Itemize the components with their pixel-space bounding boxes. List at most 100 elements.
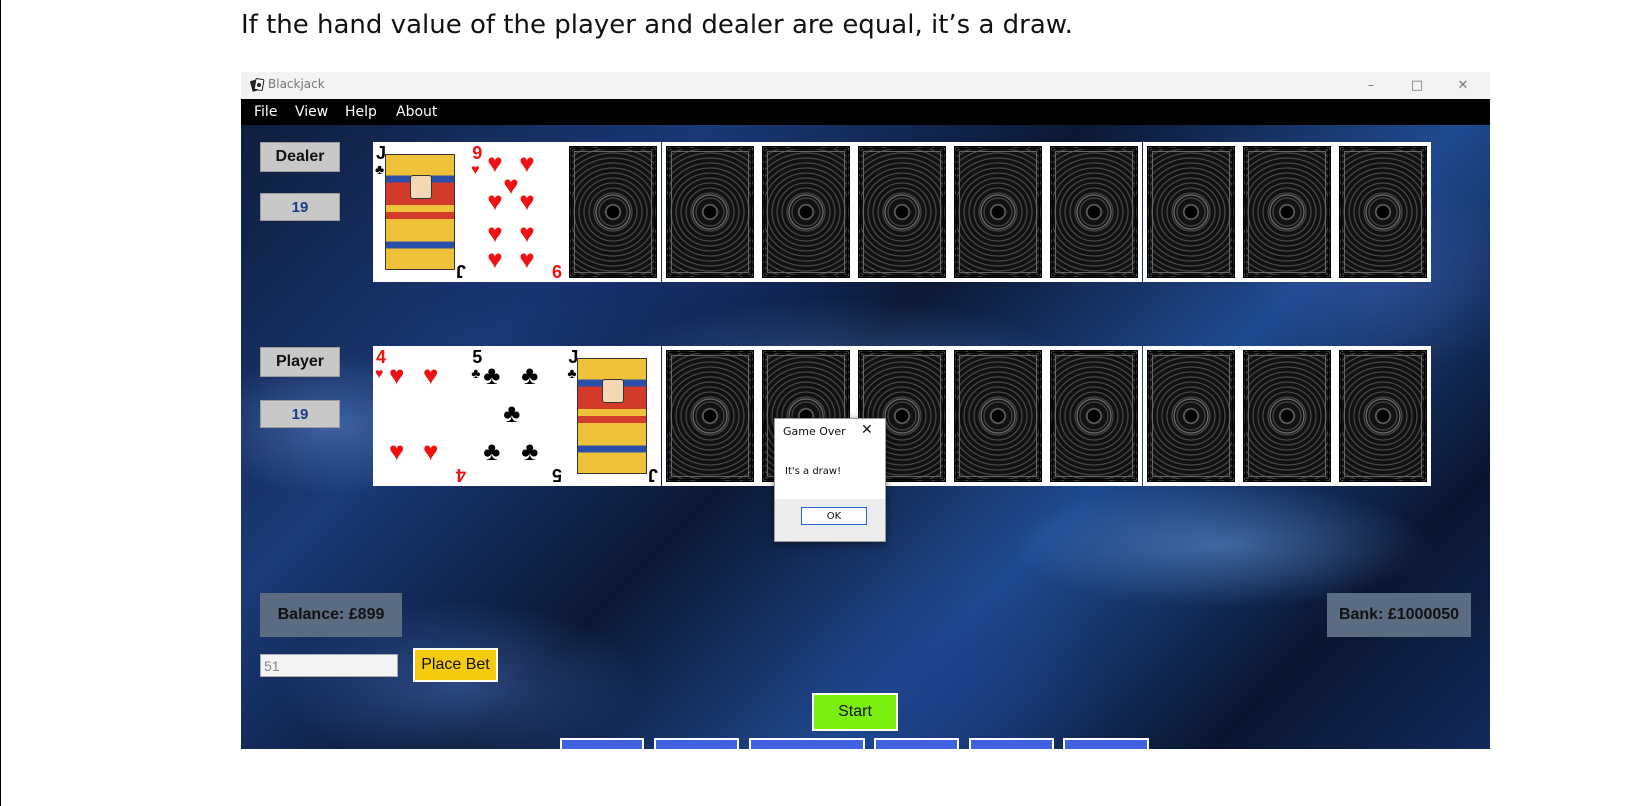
dealer-card-back: [1335, 142, 1431, 282]
card-suit-icon: ♣: [567, 365, 577, 381]
card-back-pattern: [665, 146, 754, 278]
player-card: J ♣ J: [565, 346, 662, 486]
menu-about[interactable]: About: [396, 104, 437, 120]
card-rank: 4: [455, 465, 466, 485]
suit-pip-icon: ♥: [487, 186, 503, 216]
suit-pip-icon: ♥: [487, 148, 503, 178]
dealer-card-back: [565, 142, 662, 282]
card-back-pattern: [761, 146, 850, 278]
suit-pip-icon: ♥: [389, 436, 405, 466]
card-suit-icon: ♣: [471, 365, 481, 381]
dealer-card: J ♣ J: [373, 142, 469, 282]
menu-help[interactable]: Help: [345, 104, 377, 120]
card-rank: 9: [552, 261, 563, 281]
card-back-pattern: [954, 350, 1043, 482]
start-button[interactable]: Start: [812, 693, 898, 731]
player-card-back: [1335, 346, 1431, 486]
player-card: ♣ ♣ ♣ ♣ ♣ 5 ♣ 5: [469, 346, 566, 486]
page-border: [0, 0, 1, 806]
dialog-close-icon[interactable]: ✕: [861, 422, 873, 438]
dealer-card-back: [1238, 142, 1335, 282]
dealer-card-back: [950, 142, 1047, 282]
game-table: Dealer 19 J ♣ J ♥ ♥ ♥ ♥ ♥ ♥ ♥ ♥ ♥ 9 ♥ 9 Player 19 ♥ ♥ ♥ ♥…: [241, 125, 1490, 749]
dealer-card-back: [854, 142, 950, 282]
dealer-score: 19: [260, 193, 340, 221]
suit-pip-icon: ♥: [519, 186, 535, 216]
face-card-art: [385, 154, 455, 270]
suit-pip-icon: ♥: [423, 360, 439, 390]
suit-pip-icon: ♥: [519, 244, 535, 274]
card-back-pattern: [1146, 350, 1235, 482]
player-card: ♥ ♥ ♥ ♥ 4 ♥ 4: [373, 346, 469, 486]
split-button[interactable]: Split: [874, 738, 959, 749]
card-back-pattern: [1146, 146, 1235, 278]
cards-app-icon: [250, 78, 265, 92]
suit-pip-icon: ♣: [521, 436, 539, 466]
card-back-pattern: [665, 350, 754, 482]
card-suit-icon: ♣: [375, 161, 385, 177]
card-back-pattern: [1242, 146, 1331, 278]
player-score: 19: [260, 400, 340, 428]
title-bar: Blackjack – □ ✕: [241, 72, 1490, 99]
card-back-pattern: [858, 146, 946, 278]
suit-pip-icon: ♥: [519, 148, 535, 178]
suit-pip-icon: ♣: [503, 398, 521, 428]
suit-pip-icon: ♥: [487, 244, 503, 274]
suit-pip-icon: ♥: [389, 360, 405, 390]
suit-pip-icon: ♥: [423, 436, 439, 466]
dealer-card: ♥ ♥ ♥ ♥ ♥ ♥ ♥ ♥ ♥ 9 ♥ 9: [469, 142, 566, 282]
reset-button[interactable]: Reset: [1063, 738, 1149, 749]
suit-pip-icon: ♥: [503, 170, 519, 200]
suit-pip-icon: ♣: [483, 436, 501, 466]
player-card-back: [1142, 346, 1239, 486]
card-rank: J: [455, 261, 466, 281]
player-card-back: [950, 346, 1047, 486]
card-back-pattern: [1050, 350, 1139, 482]
face-card-art: [577, 358, 648, 474]
bank-display: Bank: £1000050: [1327, 593, 1471, 637]
card-back-pattern: [1050, 146, 1139, 278]
dialog-title: Game Over: [783, 425, 846, 438]
double-down-button[interactable]: Double-Down: [749, 738, 865, 749]
maximize-button[interactable]: □: [1394, 72, 1440, 99]
dealer-card-back: [661, 142, 758, 282]
suit-pip-icon: ♥: [487, 218, 503, 248]
card-rank: J: [648, 465, 659, 485]
card-suit-icon: ♥: [375, 365, 384, 381]
dealer-label: Dealer: [260, 142, 340, 172]
menu-file[interactable]: File: [254, 104, 277, 120]
place-bet-button[interactable]: Place Bet: [413, 648, 498, 682]
window-title: Blackjack: [268, 77, 325, 91]
suit-pip-icon: ♥: [519, 218, 535, 248]
game-over-dialog: Game Over ✕ It's a draw! OK: [774, 418, 886, 542]
suit-pip-icon: ♣: [483, 360, 501, 390]
menu-bar: File View Help About: [241, 99, 1490, 125]
continue-button[interactable]: Continue: [969, 738, 1054, 749]
player-label: Player: [260, 347, 340, 377]
card-back-pattern: [1339, 350, 1427, 482]
bet-amount-input[interactable]: [260, 654, 398, 677]
blackjack-window: Blackjack – □ ✕ File View Help About Dea…: [241, 72, 1490, 749]
card-back-pattern: [1339, 146, 1427, 278]
dealer-card-back: [1046, 142, 1143, 282]
dialog-message: It's a draw!: [785, 466, 842, 477]
player-card-back: [1238, 346, 1335, 486]
twist-button[interactable]: Twist: [654, 738, 739, 749]
document-caption: If the hand value of the player and deal…: [241, 10, 1073, 40]
player-card-back: [661, 346, 758, 486]
close-window-button[interactable]: ✕: [1440, 72, 1486, 99]
card-back-pattern: [954, 146, 1043, 278]
minimize-button[interactable]: –: [1348, 72, 1394, 99]
player-card-back: [1046, 346, 1143, 486]
dialog-ok-button[interactable]: OK: [801, 507, 867, 525]
suit-pip-icon: ♣: [521, 360, 539, 390]
stick-button[interactable]: Stick: [560, 738, 644, 749]
dealer-card-back: [757, 142, 854, 282]
card-back-pattern: [1242, 350, 1331, 482]
card-suit-icon: ♥: [471, 161, 480, 177]
card-rank: 5: [552, 465, 563, 485]
dealer-card-back: [1142, 142, 1239, 282]
card-back-pattern: [569, 146, 658, 278]
balance-display: Balance: £899: [260, 593, 402, 637]
menu-view[interactable]: View: [295, 104, 328, 120]
